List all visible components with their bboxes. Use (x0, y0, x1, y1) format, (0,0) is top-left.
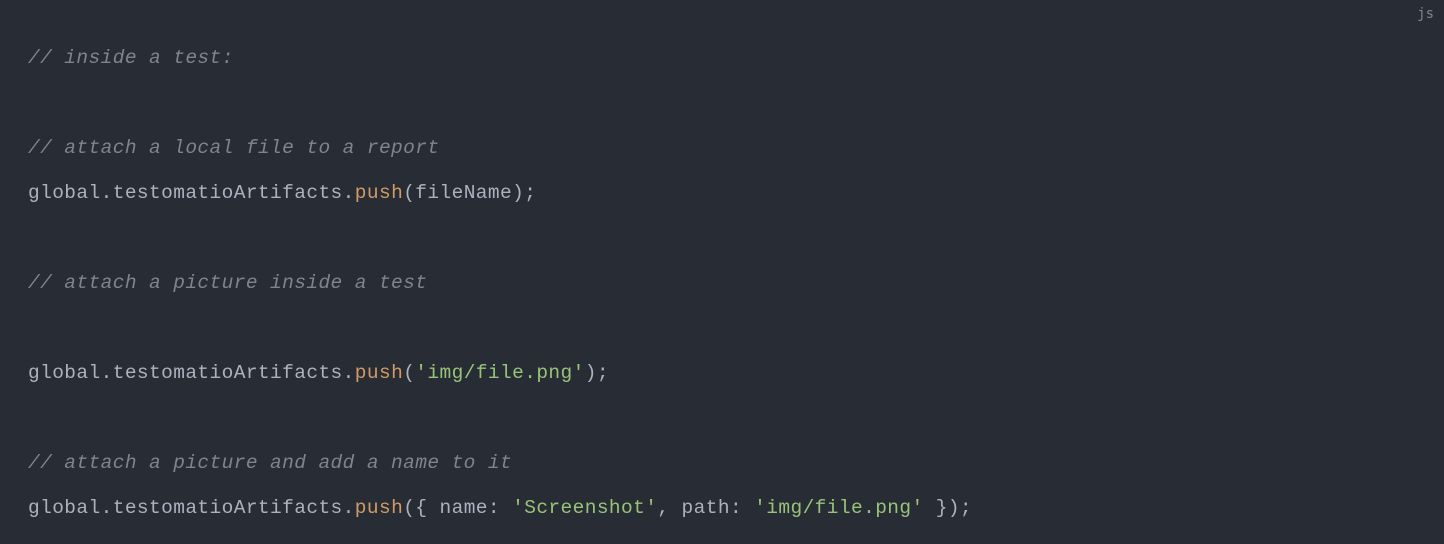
code-line: global.testomatioArtifacts.push(fileName… (28, 171, 1416, 216)
code-line (28, 306, 1416, 351)
code-line: // attach a picture and add a name to it (28, 441, 1416, 486)
code-line: global.testomatioArtifacts.push('img/fil… (28, 351, 1416, 396)
language-label: js (1417, 6, 1434, 22)
code-line (28, 81, 1416, 126)
code-token: // attach a picture inside a test (28, 272, 427, 294)
code-token: ); (585, 362, 609, 384)
code-token: // attach a local file to a report (28, 137, 439, 159)
code-line (28, 396, 1416, 441)
code-token: , path: (657, 497, 754, 519)
code-block: js // inside a test: // attach a local f… (0, 0, 1444, 544)
code-token: push (355, 362, 403, 384)
code-line: global.testomatioArtifacts.push({ name: … (28, 486, 1416, 531)
code-token: }); (924, 497, 972, 519)
code-token: 'img/file.png' (415, 362, 584, 384)
code-line: // attach a picture inside a test (28, 261, 1416, 306)
code-token: ( (403, 362, 415, 384)
code-token: global.testomatioArtifacts. (28, 497, 355, 519)
code-token: ({ name: (403, 497, 512, 519)
code-token: push (355, 497, 403, 519)
code-token: global.testomatioArtifacts. (28, 182, 355, 204)
code-token: (fileName); (403, 182, 536, 204)
code-token: 'img/file.png' (754, 497, 923, 519)
code-token: // inside a test: (28, 47, 234, 69)
code-line: // inside a test: (28, 36, 1416, 81)
code-token: 'Screenshot' (512, 497, 657, 519)
code-lines: // inside a test: // attach a local file… (28, 36, 1416, 531)
code-token: // attach a picture and add a name to it (28, 452, 512, 474)
code-line: // attach a local file to a report (28, 126, 1416, 171)
code-token: global.testomatioArtifacts. (28, 362, 355, 384)
code-token: push (355, 182, 403, 204)
code-line (28, 216, 1416, 261)
